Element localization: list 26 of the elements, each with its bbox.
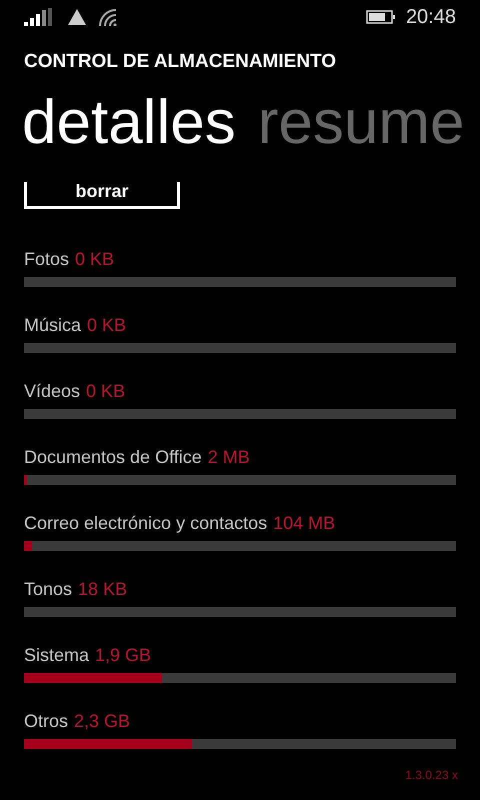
version-label: 1.3.0.23 x (405, 767, 458, 784)
category-size: 0 KB (87, 314, 126, 337)
triangle-icon (68, 9, 86, 25)
pivot-tab[interactable]: detalles (22, 91, 236, 155)
category-name: Otros (24, 710, 68, 733)
category-size: 2,3 GB (74, 710, 130, 733)
category-name: Documentos de Office (24, 446, 202, 469)
signal-icon (24, 8, 54, 26)
app-title: CONTROL DE ALMACENAMIENTO (24, 52, 336, 71)
category-name: Fotos (24, 248, 70, 271)
wifi-icon (98, 8, 118, 26)
category-name: Correo electrónico y contactos (24, 512, 268, 535)
clock-time: 20:48 (406, 5, 456, 30)
category-size: 18 KB (78, 578, 128, 601)
battery-icon (366, 10, 396, 24)
category-name: Música (24, 314, 82, 337)
category-size: 2 MB (208, 446, 250, 469)
clear-button[interactable]: borrar (24, 182, 180, 209)
category-name: Sistema (24, 644, 90, 667)
category-size: 0 KB (75, 248, 114, 271)
category-size: 1,9 GB (95, 644, 152, 667)
category-size: 104 MB (273, 512, 336, 535)
category-name: Vídeos (24, 380, 80, 403)
category-size: 0 KB (86, 380, 126, 403)
category-name: Tonos (24, 578, 72, 601)
pivot-tab[interactable]: resume (258, 91, 464, 155)
